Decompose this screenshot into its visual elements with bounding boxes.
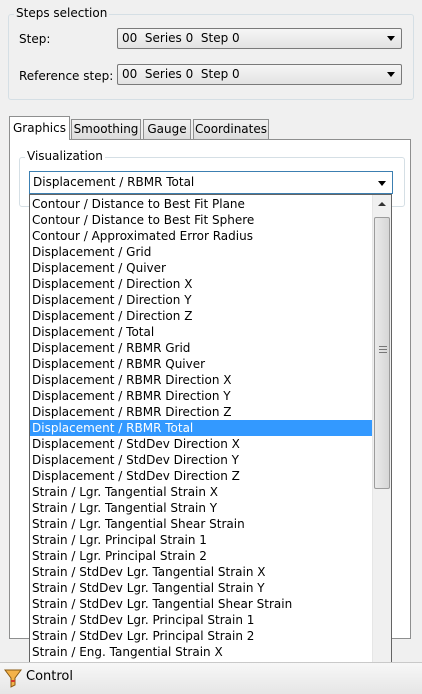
visualization-title: Visualization: [25, 149, 105, 163]
control-bar[interactable]: Control: [0, 662, 422, 694]
chevron-down-icon: [387, 72, 395, 77]
dropdown-option[interactable]: Displacement / Direction Y: [30, 292, 372, 308]
dropdown-option[interactable]: Strain / StdDev Lgr. Principal Strain 2: [30, 628, 372, 644]
steps-selection-title: Steps selection: [14, 6, 110, 20]
dropdown-option[interactable]: Contour / Distance to Best Fit Plane: [30, 196, 372, 212]
dropdown-option[interactable]: Contour / Approximated Error Radius: [30, 228, 372, 244]
scrollbar-thumb[interactable]: [374, 217, 390, 489]
dropdown-option[interactable]: Strain / StdDev Lgr. Tangential Shear St…: [30, 596, 372, 612]
dropdown-option[interactable]: Displacement / Total: [30, 324, 372, 340]
dropdown-option[interactable]: Displacement / Direction X: [30, 276, 372, 292]
grip-icon: [379, 346, 387, 354]
step-select[interactable]: 00 Series 0 Step 0: [117, 28, 402, 49]
dropdown-option[interactable]: Strain / Lgr. Tangential Strain X: [30, 484, 372, 500]
dropdown-option[interactable]: Displacement / StdDev Direction Z: [30, 468, 372, 484]
dropdown-option[interactable]: Strain / Eng. Tangential Strain X: [30, 644, 372, 660]
reference-step-value: 00 Series 0 Step 0: [122, 67, 240, 81]
dropdown-option[interactable]: Displacement / Direction Z: [30, 308, 372, 324]
tab-smoothing[interactable]: Smoothing: [71, 119, 141, 139]
dropdown-option[interactable]: Strain / Lgr. Principal Strain 2: [30, 548, 372, 564]
visualization-dropdown[interactable]: Contour / Distance to Best Fit Plane Cont…: [29, 194, 392, 675]
steps-selection-group: [8, 14, 414, 100]
dropdown-option[interactable]: Displacement / RBMR Direction Y: [30, 388, 372, 404]
visualization-selected-value: Displacement / RBMR Total: [33, 175, 195, 189]
control-label: Control: [26, 669, 73, 684]
chevron-down-icon: [387, 36, 395, 41]
dropdown-scrollbar[interactable]: [372, 195, 391, 674]
tab-gauge[interactable]: Gauge: [143, 119, 191, 139]
visualization-options-list: Contour / Distance to Best Fit Plane Cont…: [30, 196, 372, 674]
dropdown-option[interactable]: Contour / Distance to Best Fit Sphere: [30, 212, 372, 228]
dropdown-option[interactable]: Strain / StdDev Lgr. Principal Strain 1: [30, 612, 372, 628]
tab-coordinates[interactable]: Coordinates: [193, 119, 269, 139]
dropdown-option[interactable]: Displacement / RBMR Total: [30, 420, 372, 436]
dropdown-option[interactable]: Displacement / StdDev Direction Y: [30, 452, 372, 468]
chevron-up-icon: [378, 202, 386, 206]
dropdown-option[interactable]: Displacement / RBMR Quiver: [30, 356, 372, 372]
scroll-up-button[interactable]: [373, 196, 391, 213]
dropdown-option[interactable]: Displacement / RBMR Direction X: [30, 372, 372, 388]
reference-step-select[interactable]: 00 Series 0 Step 0: [117, 64, 402, 85]
dropdown-option[interactable]: Displacement / StdDev Direction X: [30, 436, 372, 452]
chevron-down-icon: [378, 181, 386, 186]
dropdown-option[interactable]: Strain / Lgr. Tangential Strain Y: [30, 500, 372, 516]
dropdown-option[interactable]: Strain / Lgr. Tangential Shear Strain: [30, 516, 372, 532]
step-select-value: 00 Series 0 Step 0: [122, 31, 240, 45]
dropdown-option[interactable]: Strain / StdDev Lgr. Tangential Strain X: [30, 564, 372, 580]
tab-graphics[interactable]: Graphics: [9, 116, 70, 140]
dropdown-option[interactable]: Displacement / RBMR Direction Z: [30, 404, 372, 420]
step-label: Step:: [19, 32, 51, 46]
dropdown-option[interactable]: Displacement / Quiver: [30, 260, 372, 276]
dropdown-option[interactable]: Displacement / RBMR Grid: [30, 340, 372, 356]
dropdown-option[interactable]: Strain / Lgr. Principal Strain 1: [30, 532, 372, 548]
dropdown-option[interactable]: Displacement / Grid: [30, 244, 372, 260]
dropdown-option[interactable]: Strain / StdDev Lgr. Tangential Strain Y: [30, 580, 372, 596]
visualization-select[interactable]: Displacement / RBMR Total: [29, 171, 393, 194]
funnel-icon: [4, 669, 22, 688]
reference-step-label: Reference step:: [19, 69, 114, 83]
